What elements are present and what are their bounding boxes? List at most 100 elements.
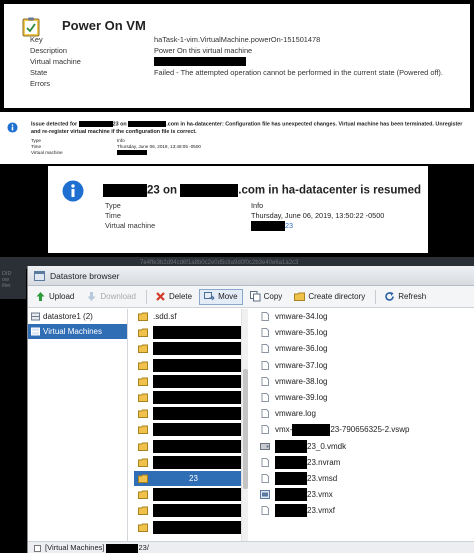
folder-item[interactable]	[134, 358, 246, 373]
file-item[interactable]: vmx- 23-790656325-2.vswp	[252, 422, 474, 437]
redacted-vm-name	[275, 488, 307, 502]
create-directory-button[interactable]: Create directory	[289, 289, 370, 305]
folder-icon	[138, 361, 148, 370]
folder-item[interactable]: .sdd.sf	[134, 309, 246, 324]
status-path: [Virtual Machines]	[45, 543, 105, 552]
file-icon	[261, 376, 269, 386]
folder-item[interactable]	[134, 455, 246, 470]
file-item[interactable]: vmware-37.log	[252, 358, 474, 373]
window-title: Datastore browser	[50, 270, 120, 281]
file-item[interactable]: vmware.log	[252, 406, 474, 421]
resumed-title: 23 on .com in ha-datacenter is resumed	[103, 184, 421, 197]
file-icon	[261, 506, 269, 516]
redacted-vm-name	[275, 439, 307, 453]
resumed-row-time: Time Thursday, June 06, 2019, 13:50:22 -0…	[105, 211, 385, 220]
background-ghost-sidebar: DID ow ilter	[0, 269, 26, 299]
download-button[interactable]: Download	[81, 289, 141, 305]
issue-event-panel: Issue detected for 23 on .com in ha-data…	[0, 112, 474, 164]
download-icon	[87, 292, 96, 301]
redacted-folder-name	[153, 439, 246, 453]
disk-icon	[260, 442, 270, 450]
copy-icon	[249, 291, 261, 302]
upload-button[interactable]: Upload	[30, 289, 79, 305]
window-titlebar: Datastore browser	[28, 266, 474, 286]
redacted-folder-name	[153, 358, 246, 372]
redacted-folder-name	[153, 391, 246, 404]
datastore-list: datastore1 (2) Virtual Machines	[28, 309, 128, 541]
status-checkbox[interactable]	[34, 544, 41, 552]
file-item[interactable]: 23.vmx	[252, 487, 474, 502]
folder-item[interactable]	[134, 520, 246, 535]
move-button[interactable]: Move	[199, 288, 243, 305]
file-icon	[261, 474, 269, 483]
file-item[interactable]: vmware-34.log	[252, 309, 474, 324]
folder-icon	[138, 409, 148, 419]
folder-icon	[138, 490, 148, 500]
datastore-item[interactable]: datastore1 (2)	[28, 309, 127, 324]
resumed-row-vm: Virtual machine 23	[105, 221, 294, 231]
redacted-vm-name	[251, 221, 285, 231]
issue-message: Issue detected for 23 on .com in ha-data…	[31, 121, 463, 135]
redacted-vm-name	[275, 472, 307, 485]
datastore-browser-window: Datastore browser Upload Download Delete…	[27, 266, 474, 553]
file-item[interactable]: 23.nvram	[252, 455, 474, 470]
folder-scroll-thumb[interactable]	[243, 369, 248, 489]
folder-icon	[138, 425, 148, 435]
task-row-key: Key haTask-1-vim.VirtualMachine.powerOn-1…	[30, 35, 321, 44]
vm-config-icon	[260, 490, 270, 500]
info-icon	[62, 180, 84, 202]
redacted-vm-name	[117, 150, 147, 155]
folder-icon	[138, 442, 148, 451]
folder-item[interactable]	[134, 406, 246, 421]
redacted-folder-name	[153, 504, 246, 518]
redacted-folder-name	[153, 488, 246, 502]
redacted-folder-name	[153, 407, 246, 421]
datastore-item[interactable]: Virtual Machines	[28, 324, 127, 339]
datastore-icon	[31, 312, 40, 321]
info-icon	[7, 122, 18, 133]
folder-item[interactable]	[134, 487, 246, 502]
task-row-state: State Failed - The attempted operation ca…	[30, 68, 443, 77]
file-item[interactable]: vmware-39.log	[252, 390, 474, 405]
file-icon	[261, 457, 269, 467]
folder-item[interactable]	[134, 390, 246, 405]
toolbar: Upload Download Delete Move Copy Create …	[28, 286, 474, 308]
file-icon	[261, 425, 269, 435]
folder-icon	[138, 312, 148, 321]
datastore-browser-icon	[34, 270, 45, 281]
folder-item[interactable]: 23	[134, 471, 246, 486]
redacted-host-name	[180, 184, 239, 197]
status-bar: [Virtual Machines] 23/	[28, 541, 474, 553]
file-icon	[261, 344, 269, 354]
folder-list: .sdd.sf 23	[134, 309, 246, 541]
redacted-folder-name	[153, 520, 246, 534]
folder-icon	[138, 393, 148, 402]
file-item[interactable]: vmware-38.log	[252, 374, 474, 389]
task-row-vm: Virtual machine	[30, 56, 443, 67]
issue-row-vm: Virtual machine	[31, 150, 201, 156]
copy-button[interactable]: Copy	[245, 289, 288, 305]
folder-scrollbar[interactable]	[241, 309, 248, 541]
folder-item[interactable]	[134, 503, 246, 518]
task-title: Power On VM	[62, 18, 146, 33]
folder-icon	[138, 523, 148, 532]
file-item[interactable]: 23_0.vmdk	[252, 439, 474, 454]
toolbar-separator	[145, 289, 147, 304]
folder-icon	[138, 344, 148, 354]
task-properties: Key haTask-1-vim.VirtualMachine.powerOn-1…	[30, 34, 443, 89]
folder-item[interactable]	[134, 325, 246, 340]
refresh-button[interactable]: Refresh	[379, 289, 431, 305]
issue-properties: Type Info Time Thursday, June 06, 2019, 13…	[31, 138, 201, 156]
folder-item[interactable]	[134, 439, 246, 454]
redacted-vm-name	[275, 504, 307, 518]
folder-item[interactable]	[134, 341, 246, 356]
file-item[interactable]: 23.vmsd	[252, 471, 474, 486]
file-item[interactable]: 23.vmxf	[252, 503, 474, 518]
file-item[interactable]: vmware-36.log	[252, 341, 474, 356]
file-item[interactable]: vmware-35.log	[252, 325, 474, 340]
resumed-vm-link[interactable]: 23	[285, 221, 293, 231]
folder-item[interactable]	[134, 422, 246, 437]
delete-icon	[156, 292, 165, 301]
delete-button[interactable]: Delete	[150, 289, 197, 305]
folder-item[interactable]	[134, 374, 246, 389]
